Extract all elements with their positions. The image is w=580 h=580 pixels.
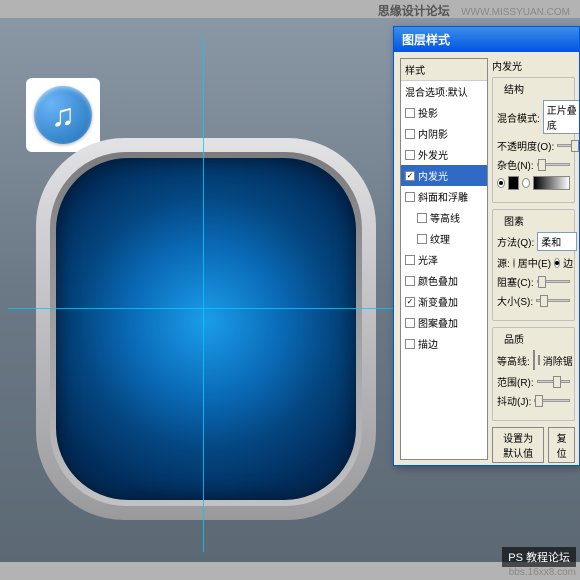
style-checkbox[interactable] — [405, 192, 415, 202]
style-item[interactable]: 等高线 — [401, 207, 487, 228]
style-checkbox[interactable] — [405, 276, 415, 286]
vertical-guide — [203, 38, 204, 552]
quality-group: 品质 等高线: 消除锯 范围(R): 抖动(J): — [492, 327, 575, 421]
opacity-slider[interactable] — [557, 144, 577, 147]
styles-list: 样式 混合选项:默认投影内阴影外发光内发光斜面和浮雕等高线纹理光泽颜色叠加渐变叠… — [400, 58, 488, 460]
blend-mode-select[interactable]: 正片叠底 — [543, 100, 579, 134]
noise-slider[interactable] — [537, 163, 570, 166]
panel-section-title: 内发光 — [492, 58, 575, 73]
style-item[interactable]: 颜色叠加 — [401, 270, 487, 291]
jitter-slider[interactable] — [534, 399, 570, 402]
style-checkbox[interactable] — [417, 213, 427, 223]
style-checkbox[interactable] — [405, 150, 415, 160]
inner-glow-panel: 内发光 结构 混合模式: 正片叠底 不透明度(O): 杂色(N): — [488, 52, 579, 466]
style-checkbox[interactable] — [417, 234, 427, 244]
reset-button[interactable]: 复位 — [548, 427, 575, 463]
contour-swatch[interactable] — [533, 350, 535, 370]
reference-icon: ♫ — [26, 78, 100, 152]
watermark-top: 思缘设计论坛 WWW.MISSYUAN.COM — [378, 2, 570, 19]
choke-slider[interactable] — [537, 280, 570, 283]
style-checkbox[interactable] — [405, 297, 415, 307]
style-checkbox[interactable] — [405, 171, 415, 181]
style-checkbox[interactable] — [405, 318, 415, 328]
style-item[interactable]: 投影 — [401, 102, 487, 123]
style-item[interactable]: 图案叠加 — [401, 312, 487, 333]
set-default-button[interactable]: 设置为默认值 — [492, 427, 544, 463]
antialias-checkbox[interactable] — [538, 355, 540, 365]
source-edge-radio[interactable] — [554, 258, 560, 268]
source-center-radio[interactable] — [513, 258, 515, 268]
range-slider[interactable] — [537, 380, 570, 383]
layer-style-dialog: 图层样式 样式 混合选项:默认投影内阴影外发光内发光斜面和浮雕等高线纹理光泽颜色… — [393, 26, 580, 466]
style-item[interactable]: 纹理 — [401, 228, 487, 249]
gradient-radio[interactable] — [522, 178, 530, 188]
style-item[interactable]: 内阴影 — [401, 123, 487, 144]
style-item[interactable]: 斜面和浮雕 — [401, 186, 487, 207]
style-item[interactable]: 混合选项:默认 — [401, 81, 487, 102]
watermark-bottom: PS 教程论坛 bbs.16xx8.com — [502, 547, 576, 578]
style-checkbox[interactable] — [405, 129, 415, 139]
styles-header: 样式 — [401, 59, 487, 81]
style-item[interactable]: 内发光 — [401, 165, 487, 186]
style-item[interactable]: 描边 — [401, 333, 487, 354]
color-radio[interactable] — [497, 178, 505, 188]
technique-select[interactable]: 柔和 — [537, 232, 577, 251]
main-rounded-shape — [36, 138, 376, 520]
music-note-icon: ♫ — [51, 97, 75, 134]
gradient-swatch[interactable] — [533, 176, 570, 190]
style-item[interactable]: 光泽 — [401, 249, 487, 270]
elements-group: 图素 方法(Q): 柔和 源: 居中(E) 边 阻塞(C): 大小( — [492, 209, 575, 321]
color-swatch[interactable] — [508, 176, 519, 190]
dialog-title: 图层样式 — [394, 27, 579, 52]
style-item[interactable]: 渐变叠加 — [401, 291, 487, 312]
style-item[interactable]: 外发光 — [401, 144, 487, 165]
size-slider[interactable] — [536, 299, 570, 302]
style-checkbox[interactable] — [405, 255, 415, 265]
style-checkbox[interactable] — [405, 108, 415, 118]
style-checkbox[interactable] — [405, 339, 415, 349]
structure-group: 结构 混合模式: 正片叠底 不透明度(O): 杂色(N): — [492, 77, 575, 203]
